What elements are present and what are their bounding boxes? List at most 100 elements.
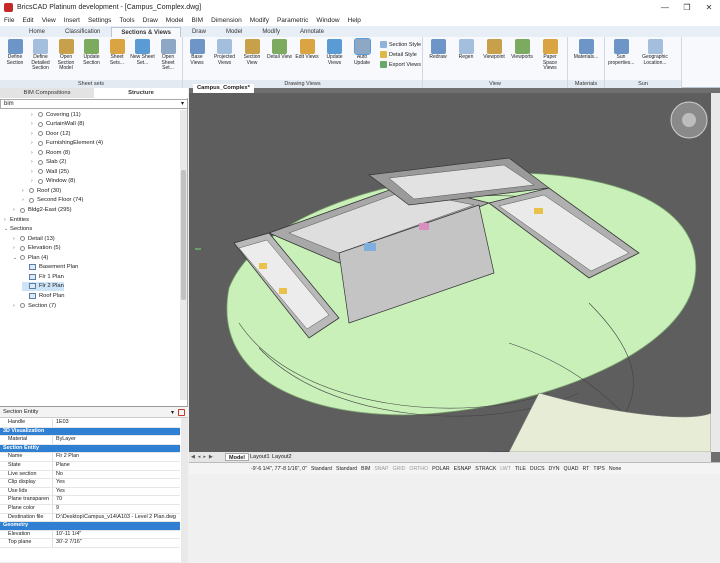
status-toggle-lwt[interactable]: LWT xyxy=(498,466,513,472)
base-views-button[interactable]: Base Views xyxy=(186,39,208,66)
expand-icon[interactable]: › xyxy=(13,303,19,309)
new-sheet-set-button[interactable]: New Sheet Set... xyxy=(130,39,155,66)
menu-window[interactable]: Window xyxy=(316,17,339,24)
expand-icon[interactable]: › xyxy=(31,140,37,146)
ribbon-tab-home[interactable]: Home xyxy=(20,27,54,37)
last-layout-icon[interactable]: ▶ xyxy=(209,454,213,460)
update-section-button[interactable]: Update Section xyxy=(81,39,103,66)
model-viewport[interactable] xyxy=(189,93,712,453)
paper-space-views-button[interactable]: Paper Space Views xyxy=(539,39,561,72)
status-toggle-grid[interactable]: GRID xyxy=(390,466,407,472)
expand-icon[interactable]: › xyxy=(22,188,28,194)
status-toggle-ducs[interactable]: DUCS xyxy=(528,466,547,472)
tree-node[interactable]: Basement Plan xyxy=(22,263,78,272)
expand-icon[interactable]: › xyxy=(13,207,19,213)
status-toggle-dyn[interactable]: DYN xyxy=(547,466,562,472)
property-value[interactable]: Yes xyxy=(52,479,180,487)
status-toggle-standard[interactable]: Standard xyxy=(334,466,359,472)
property-section[interactable]: Geometry xyxy=(0,522,180,531)
property-value[interactable]: 70 xyxy=(52,496,180,504)
property-value[interactable]: ByLayer xyxy=(52,436,180,444)
tree-node[interactable]: Roof Plan xyxy=(22,291,64,300)
detail-view-button[interactable]: Detail View xyxy=(267,39,292,61)
viewpoint-button[interactable]: Viewpoint xyxy=(483,39,505,61)
status-toggle-snap[interactable]: SNAP xyxy=(372,466,390,472)
update-views-button[interactable]: Update Views xyxy=(324,39,346,66)
tree-node[interactable]: › Second Floor (74) xyxy=(22,196,83,205)
next-layout-icon[interactable]: ▸ xyxy=(203,454,206,460)
property-section[interactable]: 3D Visualization xyxy=(0,427,180,437)
layout-tab-layout2[interactable]: Layout2 xyxy=(269,453,295,461)
expand-icon[interactable]: › xyxy=(31,178,37,184)
menu-parametric[interactable]: Parametric xyxy=(277,17,308,24)
menu-draw[interactable]: Draw xyxy=(143,17,158,24)
viewports-button[interactable]: Viewports xyxy=(511,39,533,61)
expand-icon[interactable]: › xyxy=(31,150,37,156)
property-section[interactable]: Section Entity xyxy=(0,444,180,454)
tree-node[interactable]: ⌄ Sections xyxy=(4,225,32,234)
tab-bim-compositions[interactable]: BIM Compositions xyxy=(0,88,94,98)
property-value[interactable]: 30'-2 7/16" xyxy=(52,539,180,547)
properties-header[interactable]: Section Entity ▾ xyxy=(0,407,188,418)
expand-icon[interactable]: › xyxy=(13,245,19,251)
menu-insert[interactable]: Insert xyxy=(64,17,80,24)
expand-icon[interactable]: › xyxy=(13,236,19,242)
ribbon-tab-draw[interactable]: Draw xyxy=(183,27,215,37)
layout-tab-model[interactable]: Model xyxy=(225,453,249,461)
menu-view[interactable]: View xyxy=(42,17,56,24)
tree-node[interactable]: › Door (12) xyxy=(31,129,70,138)
status-toggle-polar[interactable]: POLAR xyxy=(430,466,452,472)
expand-icon[interactable]: › xyxy=(22,197,28,203)
detail-style-button[interactable]: Detail Style xyxy=(380,50,417,59)
menu-help[interactable]: Help xyxy=(348,17,361,24)
define-detailed-section-button[interactable]: Define Detailed Section xyxy=(30,39,52,72)
menu-file[interactable]: File xyxy=(4,17,14,24)
scroll-thumb[interactable] xyxy=(181,170,186,300)
tree-node[interactable]: › Wall (25) xyxy=(31,167,69,176)
tree-node[interactable]: › Bldg2-East (295) xyxy=(13,206,72,215)
status-toggle-standard[interactable]: Standard xyxy=(309,466,334,472)
tree-node[interactable]: › CurtainWall (8) xyxy=(31,120,84,129)
tree-node[interactable]: › Window (8) xyxy=(31,177,75,186)
tree-node[interactable]: › Slab (2) xyxy=(31,158,66,167)
menu-bim[interactable]: BIM xyxy=(192,17,204,24)
ribbon-tab-annotate[interactable]: Annotate xyxy=(291,27,333,37)
menu-dimension[interactable]: Dimension xyxy=(211,17,242,24)
ribbon-tab-model[interactable]: Model xyxy=(217,27,251,37)
open-sheet-set-button[interactable]: Open Sheet Set... xyxy=(157,39,179,72)
close-icon[interactable]: ✕ xyxy=(698,0,720,15)
tree-node[interactable]: › Covering (11) xyxy=(31,110,81,119)
define-section-button[interactable]: Define Section xyxy=(4,39,26,66)
prev-layout-icon[interactable]: ◂ xyxy=(198,454,201,460)
section-view-button[interactable]: Section View xyxy=(241,39,263,66)
property-value[interactable]: D:\Desktop\Campus_v14\A103 - Level 2 Pla… xyxy=(52,513,180,522)
expand-icon[interactable]: › xyxy=(31,121,37,127)
first-layout-icon[interactable]: ◀ xyxy=(191,454,195,460)
minimize-icon[interactable]: — xyxy=(654,0,676,15)
ribbon-tab-classification[interactable]: Classification xyxy=(56,27,109,37)
expand-icon[interactable]: › xyxy=(31,159,37,165)
tree-node[interactable]: › Elevation (5) xyxy=(13,244,61,253)
menu-settings[interactable]: Settings xyxy=(88,17,112,24)
status-toggle-ortho[interactable]: ORTHO xyxy=(407,466,430,472)
menu-tools[interactable]: Tools xyxy=(119,17,134,24)
tree-node[interactable]: › Roof (30) xyxy=(22,186,61,195)
viewport-scrollbar[interactable] xyxy=(711,93,720,452)
menu-edit[interactable]: Edit xyxy=(22,17,33,24)
projected-views-button[interactable]: Projected Views xyxy=(214,39,236,66)
sun-properties-button[interactable]: Sun properties... xyxy=(608,39,634,66)
property-value[interactable]: Flr 2 Plan xyxy=(52,453,180,461)
expand-icon[interactable]: › xyxy=(31,169,37,175)
auto-update-button[interactable]: Auto Update xyxy=(351,38,373,66)
property-value[interactable]: 1E03 xyxy=(52,419,180,427)
layout-nav[interactable]: ◀ ◂ ▸ ▶ xyxy=(191,454,213,460)
status-toggle-rt[interactable]: RT xyxy=(581,466,592,472)
property-value[interactable]: Plane xyxy=(52,462,180,470)
tree-node[interactable]: › Section (7) xyxy=(13,301,56,310)
tree-node[interactable]: › Entities xyxy=(4,215,29,224)
ribbon-tab-modify[interactable]: Modify xyxy=(253,27,289,37)
status-toggle-quad[interactable]: QUAD xyxy=(562,466,581,472)
status-toggle-strack[interactable]: STRACK xyxy=(473,466,498,472)
tree-node[interactable]: Flr 2 Plan xyxy=(22,281,64,291)
collapse-icon[interactable]: ⌄ xyxy=(13,255,19,261)
